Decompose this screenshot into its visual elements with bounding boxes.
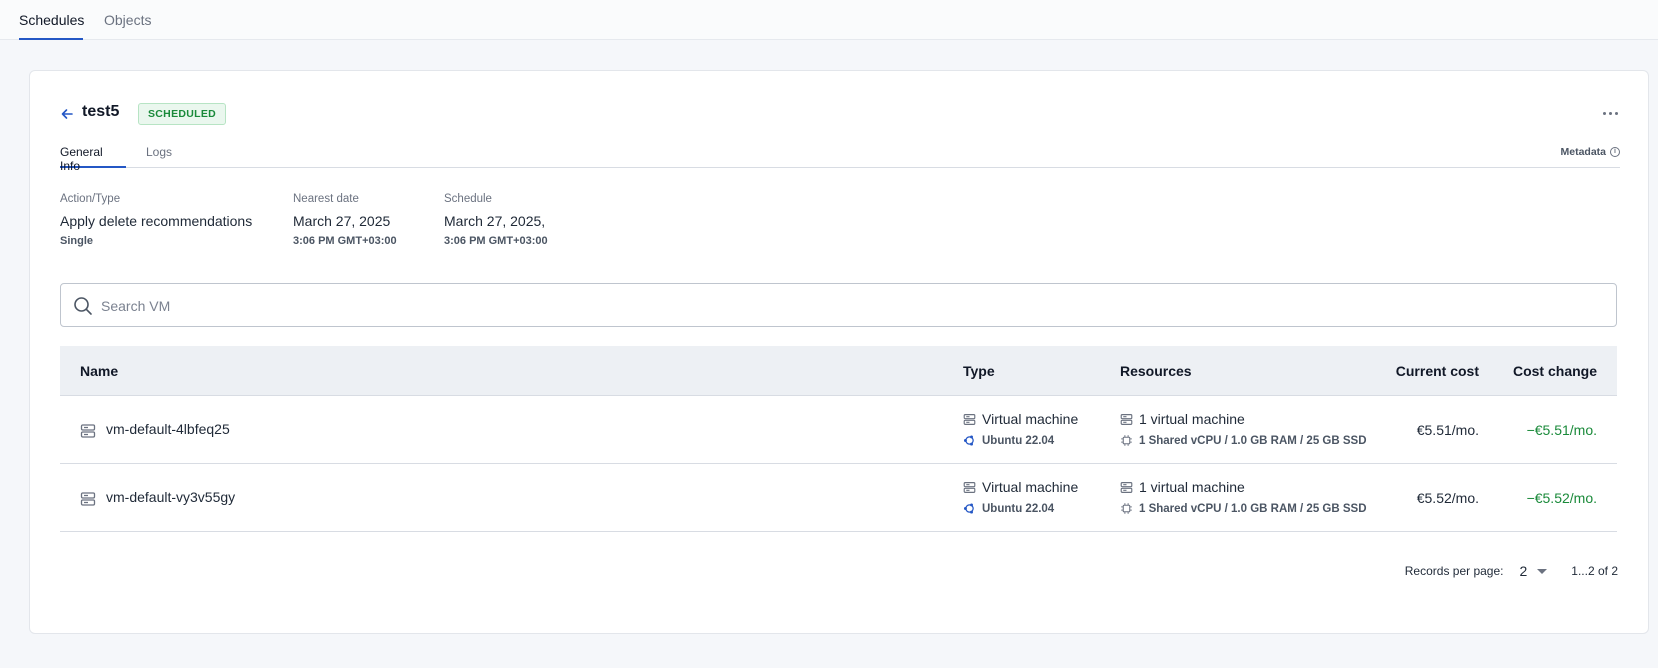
vm-resources-detail: 1 Shared vCPU / 1.0 GB RAM / 25 GB SSD [1120,502,1367,515]
records-per-page-select[interactable]: 2 [1520,563,1548,579]
info-sub: Single [60,235,94,247]
vm-os: Ubuntu 22.04 [963,434,1054,447]
info-value: Apply delete recommendations [60,213,253,229]
cost-change: −€5.51/mo. [1526,422,1597,438]
column-header-type[interactable]: Type [963,363,995,379]
top-tab-bar: Schedules Objects [0,0,1658,40]
search-icon [74,297,92,315]
cpu-icon [1121,435,1132,446]
info-label: Nearest date [293,193,359,205]
vm-resources: 1 virtual machine [1120,479,1245,495]
pagination: Records per page: 2 1...2 of 2 [1405,561,1618,581]
current-cost: €5.51/mo. [1416,422,1479,438]
table-row[interactable]: vm-default-4lbfeq25 Virtual machine Ubun… [60,396,1617,464]
metadata-label: Metadata [1560,146,1606,158]
vm-os: Ubuntu 22.04 [963,502,1054,515]
server-icon [80,492,96,506]
info-action-type: Action/Type Apply delete recommendations… [60,193,252,247]
tab-objects[interactable]: Objects [104,12,151,40]
records-per-page-value: 2 [1519,563,1528,579]
status-badge: SCHEDULED [138,103,227,125]
table-header: Name Type Resources Current cost Cost ch… [60,346,1617,396]
tab-logs[interactable]: Logs [146,145,172,168]
column-header-name[interactable]: Name [80,363,118,379]
metadata-link[interactable]: Metadata i [1560,146,1620,158]
ubuntu-icon [963,435,974,446]
vm-table: Name Type Resources Current cost Cost ch… [60,346,1617,532]
table-row[interactable]: vm-default-vy3v55gy Virtual machine Ubun… [60,464,1617,532]
caret-down-icon [1537,568,1548,574]
pagination-range: 1...2 of 2 [1571,564,1618,578]
vm-resources-detail-label: 1 Shared vCPU / 1.0 GB RAM / 25 GB SSD [1139,434,1367,447]
vm-resources-detail: 1 Shared vCPU / 1.0 GB RAM / 25 GB SSD [1120,434,1367,447]
info-sub: 3:06 PM GMT+03:00 [293,235,397,247]
info-sub: 3:06 PM GMT+03:00 [444,235,548,247]
cpu-icon [1121,503,1132,514]
column-header-resources[interactable]: Resources [1120,363,1192,379]
tab-general-info[interactable]: General Info [60,145,126,173]
server-icon [963,481,976,493]
page-title: test5 [82,103,120,120]
server-icon [80,424,96,438]
vm-resources: 1 virtual machine [1120,411,1245,427]
info-schedule: Schedule March 27, 2025, 3:06 PM GMT+03:… [444,193,548,247]
column-header-cost-change[interactable]: Cost change [1513,363,1597,379]
server-icon [1120,481,1133,493]
cost-change: −€5.52/mo. [1526,490,1597,506]
vm-resources-detail-label: 1 Shared vCPU / 1.0 GB RAM / 25 GB SSD [1139,502,1367,515]
vm-type-label: Virtual machine [982,479,1079,495]
info-label: Action/Type [60,193,121,205]
vm-os-label: Ubuntu 22.04 [982,434,1055,447]
vm-resources-label: 1 virtual machine [1139,411,1245,427]
search-input[interactable] [101,294,1601,318]
more-options-button[interactable] [1598,103,1622,123]
vm-type: Virtual machine [963,479,1078,495]
column-header-current-cost[interactable]: Current cost [1396,363,1479,379]
vm-os-label: Ubuntu 22.04 [982,502,1055,515]
info-icon: i [1610,147,1620,157]
info-value: March 27, 2025, [444,213,546,229]
server-icon [1120,413,1133,425]
detail-tab-bar: General Info Logs Metadata i [60,141,1620,173]
tab-schedules[interactable]: Schedules [19,12,84,40]
search-field [60,283,1617,327]
ubuntu-icon [963,503,974,514]
vm-type: Virtual machine [963,411,1078,427]
arrow-left-icon[interactable] [60,107,74,121]
info-label: Schedule [444,193,492,205]
records-per-page-label: Records per page: [1404,564,1504,578]
schedule-detail-card: test5 SCHEDULED General Info Logs Metada… [29,70,1649,634]
server-icon [963,413,976,425]
vm-resources-label: 1 virtual machine [1139,479,1245,495]
info-value: March 27, 2025 [293,213,391,229]
vm-name[interactable]: vm-default-vy3v55gy [106,489,235,505]
vm-name[interactable]: vm-default-4lbfeq25 [106,421,230,437]
more-horizontal-icon [1602,111,1606,115]
current-cost: €5.52/mo. [1416,490,1479,506]
info-nearest-date: Nearest date March 27, 2025 3:06 PM GMT+… [293,193,397,247]
vm-type-label: Virtual machine [982,411,1079,427]
